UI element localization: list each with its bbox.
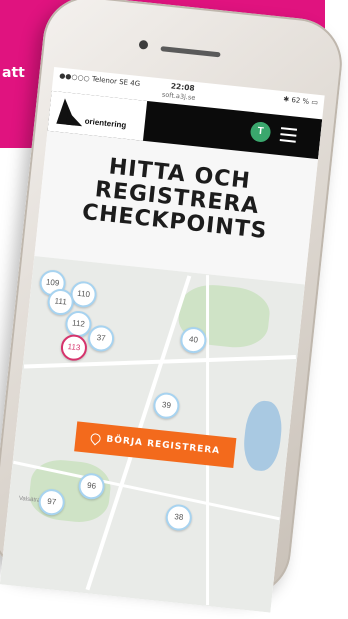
start-register-button[interactable]: BÖRJA REGISTRERA <box>74 421 237 468</box>
checkpoint-pin[interactable]: 39 <box>152 391 181 420</box>
checkpoint-pin-active[interactable]: 113 <box>59 333 89 362</box>
speaker-icon <box>160 46 221 58</box>
hamburger-menu-icon[interactable] <box>279 127 298 147</box>
checkpoint-pin[interactable]: 37 <box>86 324 116 353</box>
banner-text: att <box>2 65 25 81</box>
logo-slash-icon <box>66 110 84 127</box>
cta-label: BÖRJA REGISTRERA <box>105 434 221 457</box>
phone-screen: ●●○○○ Telenor SE 4G 22:08 soft.a3j.se ✱ … <box>0 67 325 613</box>
battery-indicator: ✱ 62 % ▭ <box>282 95 319 107</box>
checkpoint-pin[interactable]: 38 <box>164 503 194 532</box>
map-pin-icon <box>88 430 103 445</box>
user-avatar[interactable]: T <box>249 120 272 143</box>
carrier-text: ●●○○○ Telenor SE 4G <box>58 71 141 89</box>
logo-text: orientering <box>84 116 127 130</box>
lake-area <box>241 399 285 473</box>
checkpoint-map[interactable]: Valsätra 109 110 111 112 113 37 40 39 96… <box>0 256 305 613</box>
menu-bar <box>280 133 297 137</box>
menu-bar <box>279 139 296 143</box>
checkpoint-pin[interactable]: 110 <box>69 280 98 309</box>
phone-body: ●●○○○ Telenor SE 4G 22:08 soft.a3j.se ✱ … <box>0 0 347 613</box>
camera-icon <box>138 39 149 50</box>
phone-mockup: ●●○○○ Telenor SE 4G 22:08 soft.a3j.se ✱ … <box>0 0 348 613</box>
menu-bar <box>280 127 298 131</box>
street-label: Valsätra <box>18 495 41 504</box>
